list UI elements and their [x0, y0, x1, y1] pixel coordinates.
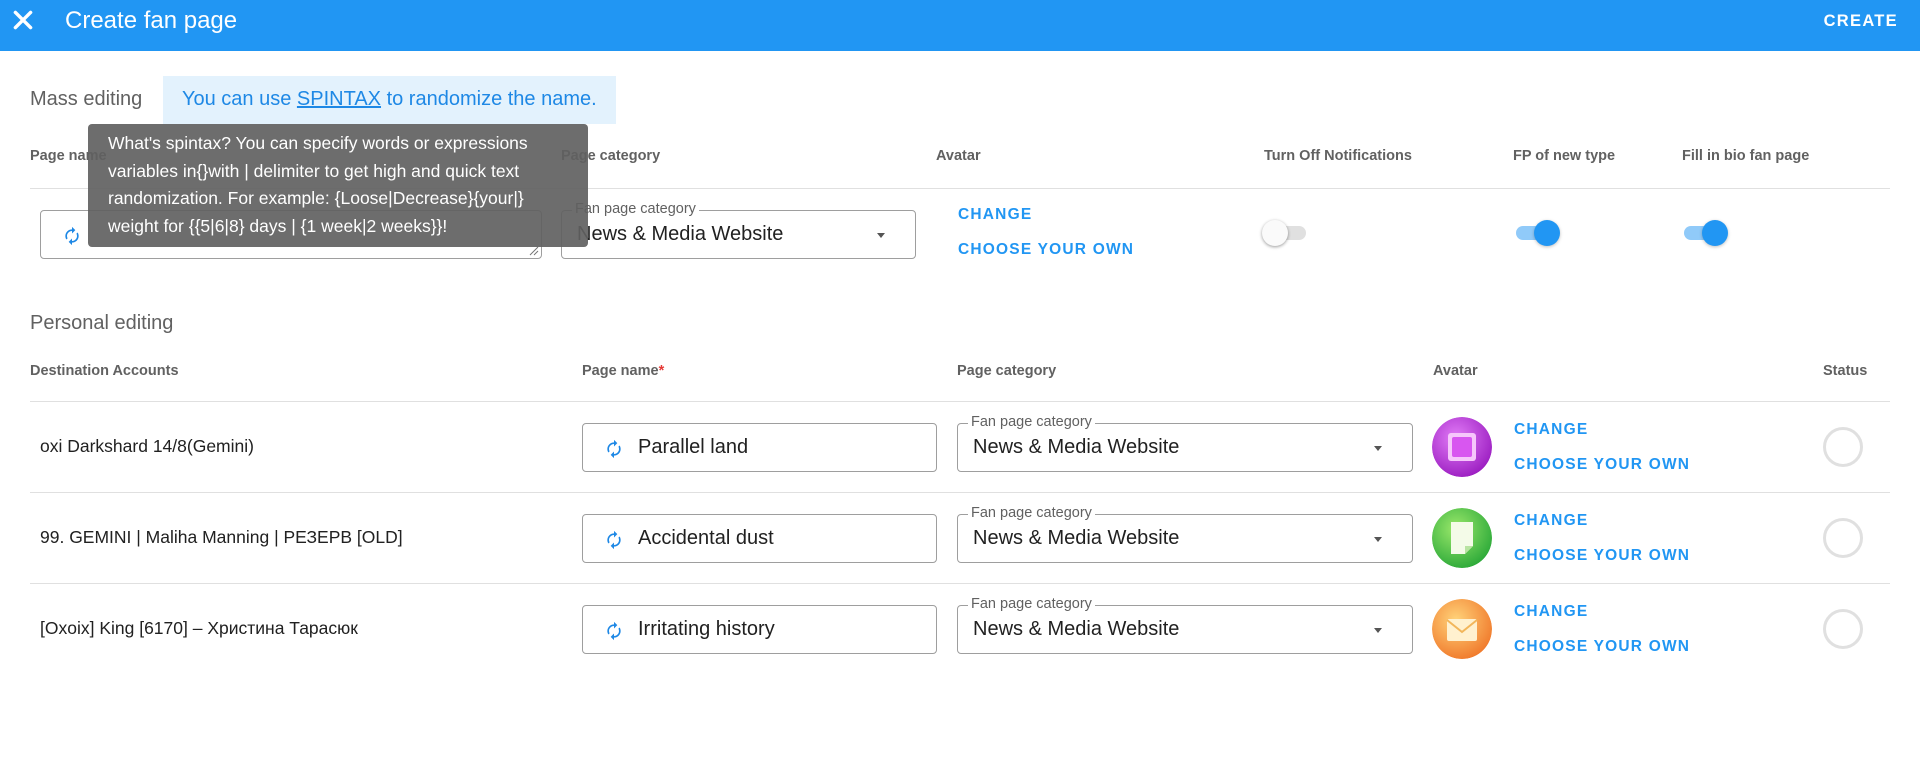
col-fp-new-type: FP of new type [1513, 148, 1616, 164]
category-select[interactable]: Fan page category News & Media Website [957, 414, 1413, 472]
chevron-down-icon [1374, 628, 1382, 633]
mass-editing-title: Mass editing [30, 88, 143, 110]
col-avatar: Avatar [1433, 363, 1478, 379]
page-name-input[interactable]: Accidental dust [582, 514, 937, 563]
category-value: News & Media Website [973, 527, 1180, 549]
avatar [1432, 599, 1492, 659]
refresh-icon[interactable] [604, 530, 624, 550]
chevron-down-icon [1374, 537, 1382, 542]
col-page-name: Page name* [582, 363, 664, 379]
refresh-icon[interactable] [604, 621, 624, 641]
category-legend: Fan page category [968, 596, 1095, 612]
avatar-change-button[interactable]: CHANGE [1514, 603, 1588, 621]
page-name-input[interactable]: Irritating history [582, 605, 937, 654]
page-name-input[interactable]: Parallel land [582, 423, 937, 472]
page-name-value: Irritating history [638, 618, 775, 640]
category-select[interactable]: Fan page category News & Media Website [957, 596, 1413, 654]
divider [30, 583, 1890, 584]
avatar-change-button[interactable]: CHANGE [1514, 512, 1588, 530]
page-title: Create fan page [65, 7, 238, 34]
avatar-choose-button[interactable]: CHOOSE YOUR OWN [1514, 547, 1690, 565]
category-value: News & Media Website [577, 223, 784, 245]
destination-account: [Oxoix] King [6170] – Христина Тарасюк [40, 618, 358, 638]
switch-thumb [1534, 220, 1560, 246]
envelope-icon [1432, 599, 1492, 659]
mass-category-select[interactable]: Fan page category News & Media Website [561, 201, 916, 259]
page-name-value: Parallel land [638, 436, 749, 458]
chevron-down-icon [1374, 446, 1382, 451]
category-legend: Fan page category [572, 201, 699, 217]
category-value: News & Media Website [973, 436, 1180, 458]
spintax-tooltip: What's spintax? You can specify words or… [88, 124, 588, 247]
app-bar: Create fan page CREATE [0, 0, 1920, 51]
refresh-icon[interactable] [62, 226, 82, 246]
status-indicator [1823, 427, 1863, 467]
switch-thumb [1262, 220, 1288, 246]
col-avatar: Avatar [936, 148, 981, 164]
create-button[interactable]: CREATE [1824, 12, 1898, 31]
col-status: Status [1823, 363, 1868, 379]
personal-editing-title: Personal editing [30, 312, 174, 334]
destination-account: 99. GEMINI | Maliha Manning | РЕЗЕРВ [OL… [40, 527, 403, 547]
turn-off-notifications-toggle[interactable] [1262, 220, 1310, 246]
avatar-change-button[interactable]: CHANGE [1514, 421, 1588, 439]
divider [30, 401, 1890, 402]
category-legend: Fan page category [968, 414, 1095, 430]
avatar-choose-button[interactable]: CHOOSE YOUR OWN [1514, 638, 1690, 656]
col-page-name-label: Page name [582, 363, 659, 379]
avatar-choose-button[interactable]: CHOOSE YOUR OWN [1514, 456, 1690, 474]
picture-frame-icon [1432, 417, 1492, 477]
status-indicator [1823, 609, 1863, 649]
category-value: News & Media Website [973, 618, 1180, 640]
col-fill-bio: Fill in bio fan page [1682, 148, 1810, 164]
col-destination-accounts: Destination Accounts [30, 363, 179, 379]
close-icon[interactable] [10, 7, 36, 33]
switch-thumb [1702, 220, 1728, 246]
avatar [1432, 508, 1492, 568]
category-legend: Fan page category [968, 505, 1095, 521]
col-turn-off-notifications: Turn Off Notifications [1264, 148, 1412, 164]
avatar [1432, 417, 1492, 477]
resize-handle-icon[interactable] [529, 246, 539, 256]
col-page-category: Page category [957, 363, 1057, 379]
chevron-down-icon [877, 233, 885, 238]
spintax-link[interactable]: SPINTAX [297, 88, 381, 110]
mass-avatar-choose-button[interactable]: CHOOSE YOUR OWN [958, 241, 1134, 259]
fp-new-type-toggle[interactable] [1512, 220, 1560, 246]
info-suffix: to randomize the name. [381, 88, 597, 110]
spintax-info: You can use SPINTAX to randomize the nam… [163, 76, 616, 124]
required-mark: * [658, 363, 665, 379]
info-prefix: You can use [182, 88, 297, 110]
document-icon [1432, 508, 1492, 568]
fill-bio-toggle[interactable] [1680, 220, 1728, 246]
page-name-value: Accidental dust [638, 527, 774, 549]
divider [30, 492, 1890, 493]
status-indicator [1823, 518, 1863, 558]
destination-account: oxi Darkshard 14/8(Gemini) [40, 436, 254, 456]
refresh-icon[interactable] [604, 439, 624, 459]
category-select[interactable]: Fan page category News & Media Website [957, 505, 1413, 563]
mass-avatar-change-button[interactable]: CHANGE [958, 206, 1032, 224]
